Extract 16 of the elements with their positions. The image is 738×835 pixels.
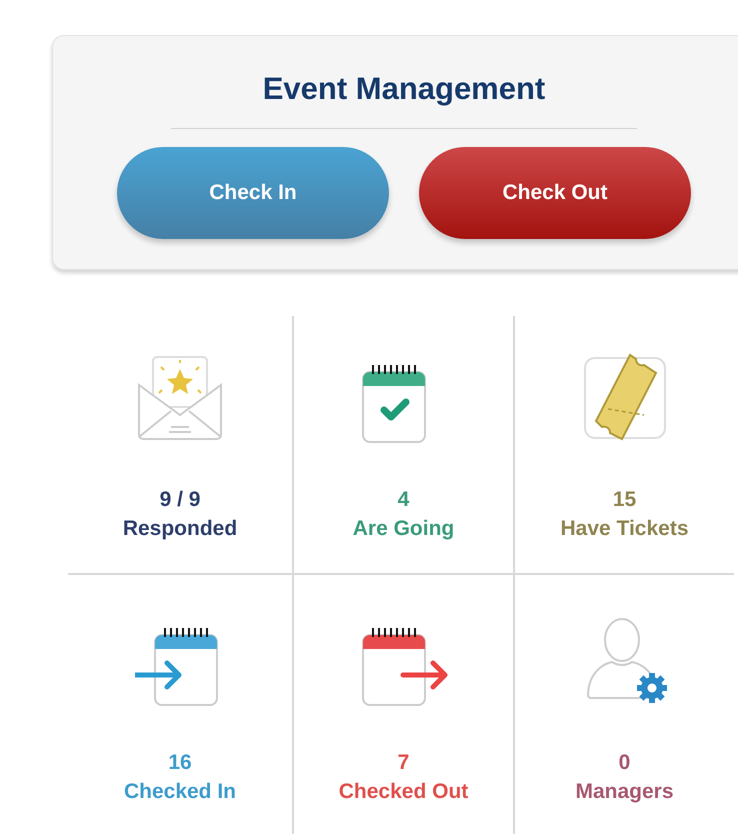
check-in-button[interactable]: Check In bbox=[117, 147, 389, 239]
stat-count: 15 bbox=[612, 487, 636, 513]
stat-count: 4 bbox=[398, 487, 410, 513]
stat-label: Managers bbox=[575, 779, 674, 805]
stat-label: Responded bbox=[122, 516, 238, 542]
stat-count: 9 / 9 bbox=[160, 487, 200, 513]
stat-label: Checked In bbox=[124, 779, 236, 805]
envelope-icon bbox=[135, 355, 225, 441]
stat-label: Are Going bbox=[352, 516, 454, 542]
stat-count: 16 bbox=[168, 750, 192, 776]
stat-count: 0 bbox=[618, 750, 630, 776]
page-title: Event Management bbox=[262, 70, 546, 108]
stat-count: 7 bbox=[398, 750, 410, 776]
stat-label: Checked Out bbox=[338, 779, 468, 805]
check-out-button[interactable]: Check Out bbox=[419, 147, 691, 239]
stat-label: Have Tickets bbox=[560, 516, 689, 542]
